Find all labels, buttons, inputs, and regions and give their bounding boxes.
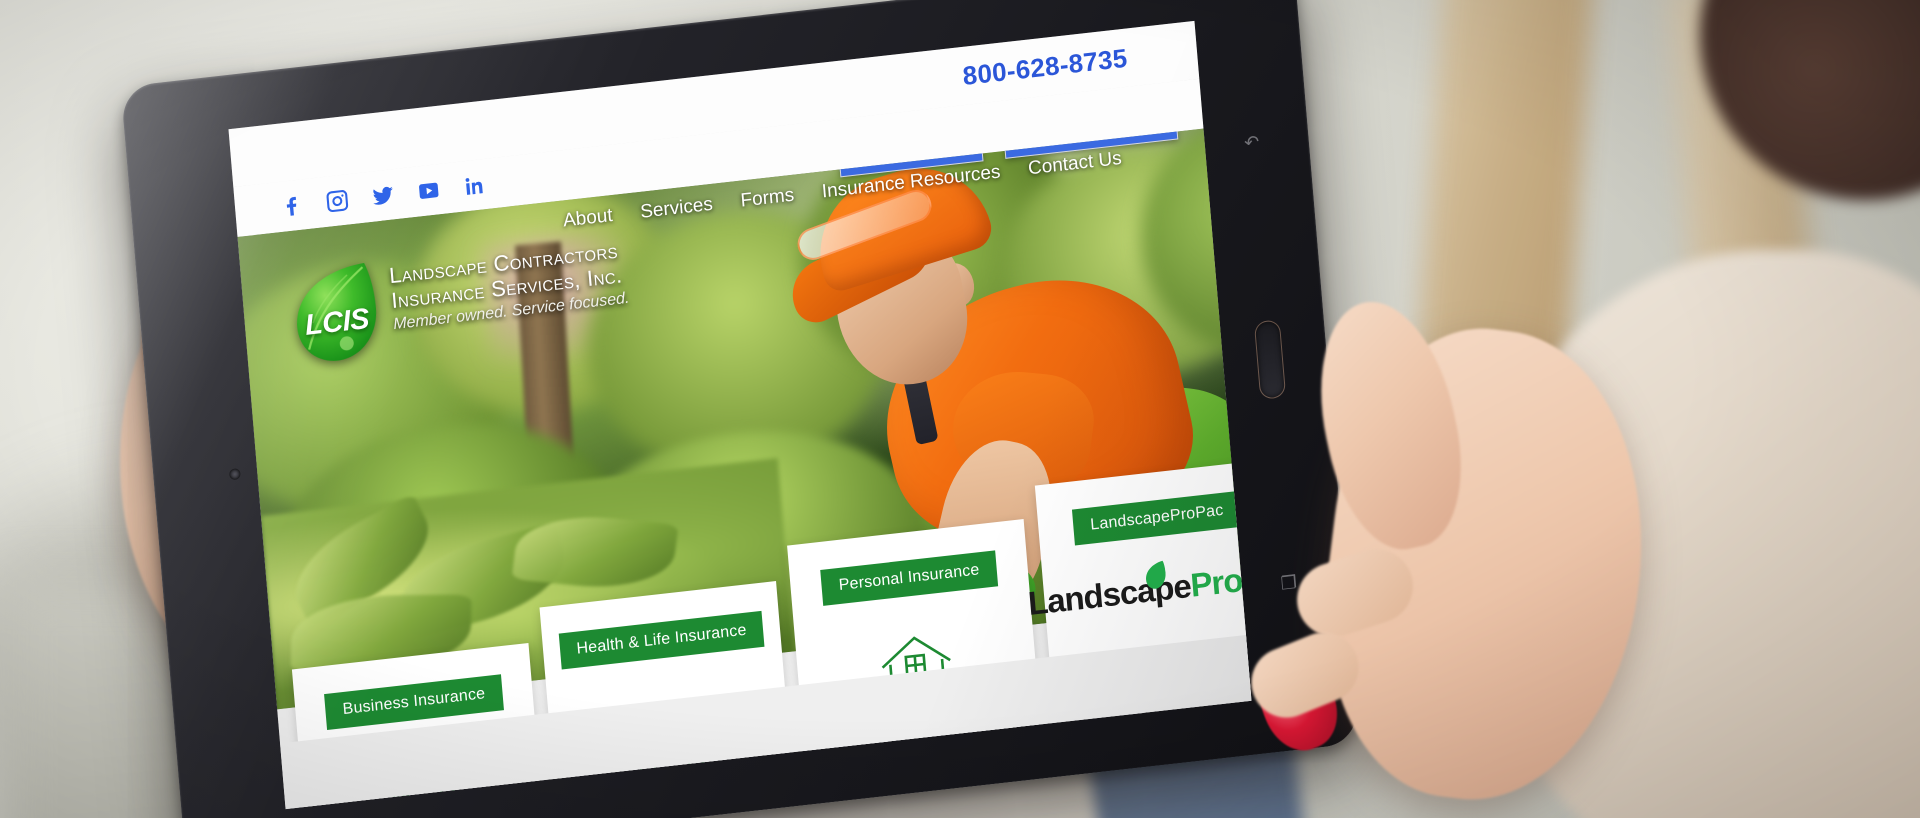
landscapepropac-logo: LandscapeProPac (1027, 555, 1252, 623)
tablet-screen: 800-628-8735 About Services Forms Insura… (228, 20, 1252, 810)
card-label: LandscapeProPac (1072, 490, 1242, 546)
tablet-device: ↶ ❐ 800-628-8735 About Services Forms In… (120, 0, 1360, 818)
propac-leaf-icon (1143, 559, 1167, 591)
lcis-leaf-icon: LCIS (284, 256, 384, 370)
instagram-icon[interactable] (324, 187, 351, 215)
card-label: Personal Insurance (820, 550, 998, 606)
back-key-icon[interactable]: ↶ (1240, 130, 1264, 154)
card-label: Health & Life Insurance (558, 610, 765, 670)
propac-logo-part2: Pro (1188, 561, 1244, 604)
linkedin-icon[interactable] (461, 171, 488, 199)
phone-number[interactable]: 800-628-8735 (961, 42, 1128, 91)
photo-scene: ↶ ❐ 800-628-8735 About Services Forms In… (0, 0, 1920, 818)
propac-logo-part1: Landscape (1026, 566, 1193, 623)
youtube-icon[interactable] (415, 176, 442, 204)
facebook-icon[interactable] (278, 192, 305, 220)
twitter-icon[interactable] (370, 182, 397, 210)
